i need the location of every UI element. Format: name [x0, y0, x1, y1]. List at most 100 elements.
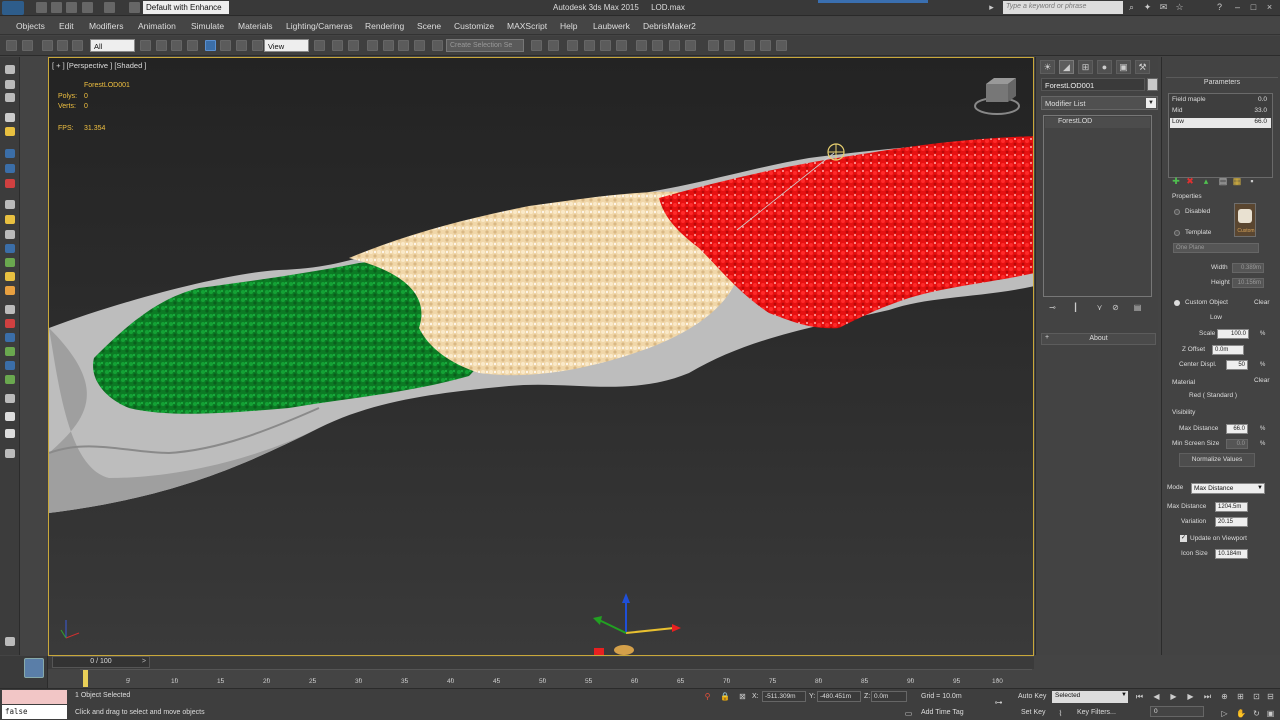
parameters-title[interactable]: Parameters: [1167, 79, 1277, 89]
isolate-selection-icon[interactable]: ⚲: [703, 692, 712, 701]
mode-max-distance-spinner[interactable]: 1204.5m: [1215, 502, 1248, 512]
material-value[interactable]: Red ( Standard ): [1189, 392, 1237, 399]
track-bar[interactable]: [48, 657, 1034, 669]
lod-options-icon[interactable]: ▪: [1247, 176, 1257, 186]
menu-edit[interactable]: Edit: [59, 21, 74, 31]
tool-y-icon[interactable]: [5, 449, 15, 458]
icon-size-spinner[interactable]: 10.184m: [1215, 549, 1248, 559]
menu-simulate[interactable]: Simulate: [191, 21, 224, 31]
close-icon[interactable]: ×: [1264, 2, 1275, 13]
auto-key-selection-dropdown[interactable]: Selected ▼: [1052, 691, 1128, 703]
tool-m-icon[interactable]: [5, 258, 15, 267]
menu-debrismaker2[interactable]: DebrisMaker2: [643, 21, 696, 31]
menu-objects[interactable]: Objects: [16, 21, 45, 31]
set-key-icon[interactable]: ⌇: [1056, 709, 1065, 718]
center-displ-spinner[interactable]: 50: [1226, 360, 1248, 370]
menu-maxscript[interactable]: MAXScript: [507, 21, 547, 31]
app-logo-icon[interactable]: [2, 1, 24, 15]
tool-j-icon[interactable]: [5, 215, 15, 224]
material-clear-button[interactable]: Clear: [1254, 377, 1270, 384]
mode-dropdown[interactable]: Max Distance ▼: [1191, 483, 1265, 494]
render-production-icon[interactable]: [708, 40, 719, 51]
expand-toolbar-icon[interactable]: [5, 637, 15, 646]
project-folder-icon[interactable]: [129, 2, 140, 13]
y-coord-field[interactable]: -480.451m: [817, 691, 861, 702]
select-by-name-icon[interactable]: [156, 40, 167, 51]
tool-l-icon[interactable]: [5, 244, 15, 253]
favorites-icon[interactable]: ☆: [1174, 2, 1185, 13]
zoffset-spinner[interactable]: 0.0m: [1212, 345, 1244, 355]
time-slider[interactable]: 0 / 100 >: [52, 656, 150, 668]
chevron-right-icon[interactable]: >: [142, 658, 146, 665]
make-unique-icon[interactable]: ⋎: [1095, 303, 1104, 312]
zoom-all-icon[interactable]: ⊞: [1236, 692, 1245, 701]
auto-key-button[interactable]: Auto Key: [1018, 693, 1046, 700]
field-of-view-icon[interactable]: ▷: [1220, 709, 1229, 718]
binoculars-icon[interactable]: ⌕: [1126, 2, 1137, 13]
tool-x-icon[interactable]: [5, 429, 15, 438]
hierarchy-tab-icon[interactable]: ⊞: [1078, 60, 1093, 74]
rectangular-selection-icon[interactable]: [171, 40, 182, 51]
spinner-snap-icon[interactable]: [414, 40, 425, 51]
window-crossing-icon[interactable]: [187, 40, 198, 51]
schematic-view-icon[interactable]: [636, 40, 647, 51]
tool-w-icon[interactable]: [5, 412, 15, 421]
key-mode-icon[interactable]: ⊶: [994, 698, 1003, 707]
tool-h-icon[interactable]: [5, 179, 15, 188]
tool-s-icon[interactable]: [5, 347, 15, 356]
reference-coord-dropdown[interactable]: View: [264, 39, 309, 52]
absolute-mode-icon[interactable]: ⊠: [738, 692, 747, 701]
align-icon[interactable]: [548, 40, 559, 51]
configure-sets-icon[interactable]: ▤: [1133, 303, 1142, 312]
timeline-ruler[interactable]: 5 10 15 20 25 30 35 40 45 50 55 60 65 70…: [80, 669, 1032, 687]
custom-object-radio[interactable]: [1174, 300, 1180, 306]
max-distance-spinner[interactable]: 66.0: [1226, 424, 1248, 434]
menu-modifiers[interactable]: Modifiers: [89, 21, 123, 31]
subscription-icon[interactable]: ✦: [1142, 2, 1153, 13]
help-icon[interactable]: ?: [1214, 2, 1225, 13]
selection-lock-icon[interactable]: 🔒: [720, 692, 730, 701]
keyboard-shortcut-icon[interactable]: [348, 40, 359, 51]
scale-spinner[interactable]: 100.0: [1217, 329, 1249, 339]
x-coord-field[interactable]: -511.309m: [762, 691, 806, 702]
lod-level-item[interactable]: Mid 33.0: [1170, 107, 1271, 117]
menu-lighting-cameras[interactable]: Lighting/Cameras: [286, 21, 353, 31]
add-lod-icon[interactable]: ✚: [1171, 176, 1181, 186]
maximize-viewport-icon[interactable]: ▣: [1266, 709, 1275, 718]
set-key-button[interactable]: Set Key: [1021, 709, 1046, 716]
search-help-icon[interactable]: ▸: [986, 2, 997, 13]
communication-center-icon[interactable]: ✉: [1158, 2, 1169, 13]
select-object-icon[interactable]: [140, 40, 151, 51]
selection-filter-dropdown[interactable]: All: [90, 39, 135, 52]
plugin-tool-a-icon[interactable]: [744, 40, 755, 51]
pan-view-icon[interactable]: ✋: [1236, 709, 1246, 718]
copy-lod-icon[interactable]: ▤: [1218, 176, 1228, 186]
viewport-label[interactable]: [ + ] [Perspective ] [Shaded ]: [52, 61, 146, 70]
tool-f-icon[interactable]: [5, 149, 15, 158]
menu-help[interactable]: Help: [560, 21, 577, 31]
create-tab-icon[interactable]: ☀: [1040, 60, 1055, 74]
rendered-frame-window-icon[interactable]: [685, 40, 696, 51]
tool-o-icon[interactable]: [5, 286, 15, 295]
new-file-icon[interactable]: [36, 2, 47, 13]
angle-snap-icon[interactable]: [383, 40, 394, 51]
update-on-viewport-checkbox[interactable]: ✓: [1180, 535, 1187, 542]
move-gizmo[interactable]: [593, 593, 681, 656]
orbit-icon[interactable]: ↻: [1252, 709, 1261, 718]
select-manipulate-icon[interactable]: [332, 40, 343, 51]
play-icon[interactable]: ▶: [1169, 692, 1178, 701]
variation-spinner[interactable]: 20.15: [1215, 517, 1248, 527]
tool-v-icon[interactable]: [5, 394, 15, 403]
remove-modifier-icon[interactable]: ⊘: [1111, 303, 1120, 312]
key-filters-button[interactable]: Key Filters...: [1077, 709, 1116, 716]
render-setup-icon[interactable]: [669, 40, 680, 51]
perspective-viewport[interactable]: [ + ] [Perspective ] [Shaded ] ForestLOD…: [48, 57, 1034, 656]
tool-r-icon[interactable]: [5, 333, 15, 342]
curve-editor-icon[interactable]: [616, 40, 627, 51]
tool-u-icon[interactable]: [5, 375, 15, 384]
tool-g-icon[interactable]: [5, 164, 15, 173]
undo-tool-icon[interactable]: [6, 40, 17, 51]
save-file-icon[interactable]: [66, 2, 77, 13]
viewcube-icon[interactable]: [974, 78, 1020, 115]
named-selection-dropdown[interactable]: Create Selection Se: [446, 39, 524, 52]
